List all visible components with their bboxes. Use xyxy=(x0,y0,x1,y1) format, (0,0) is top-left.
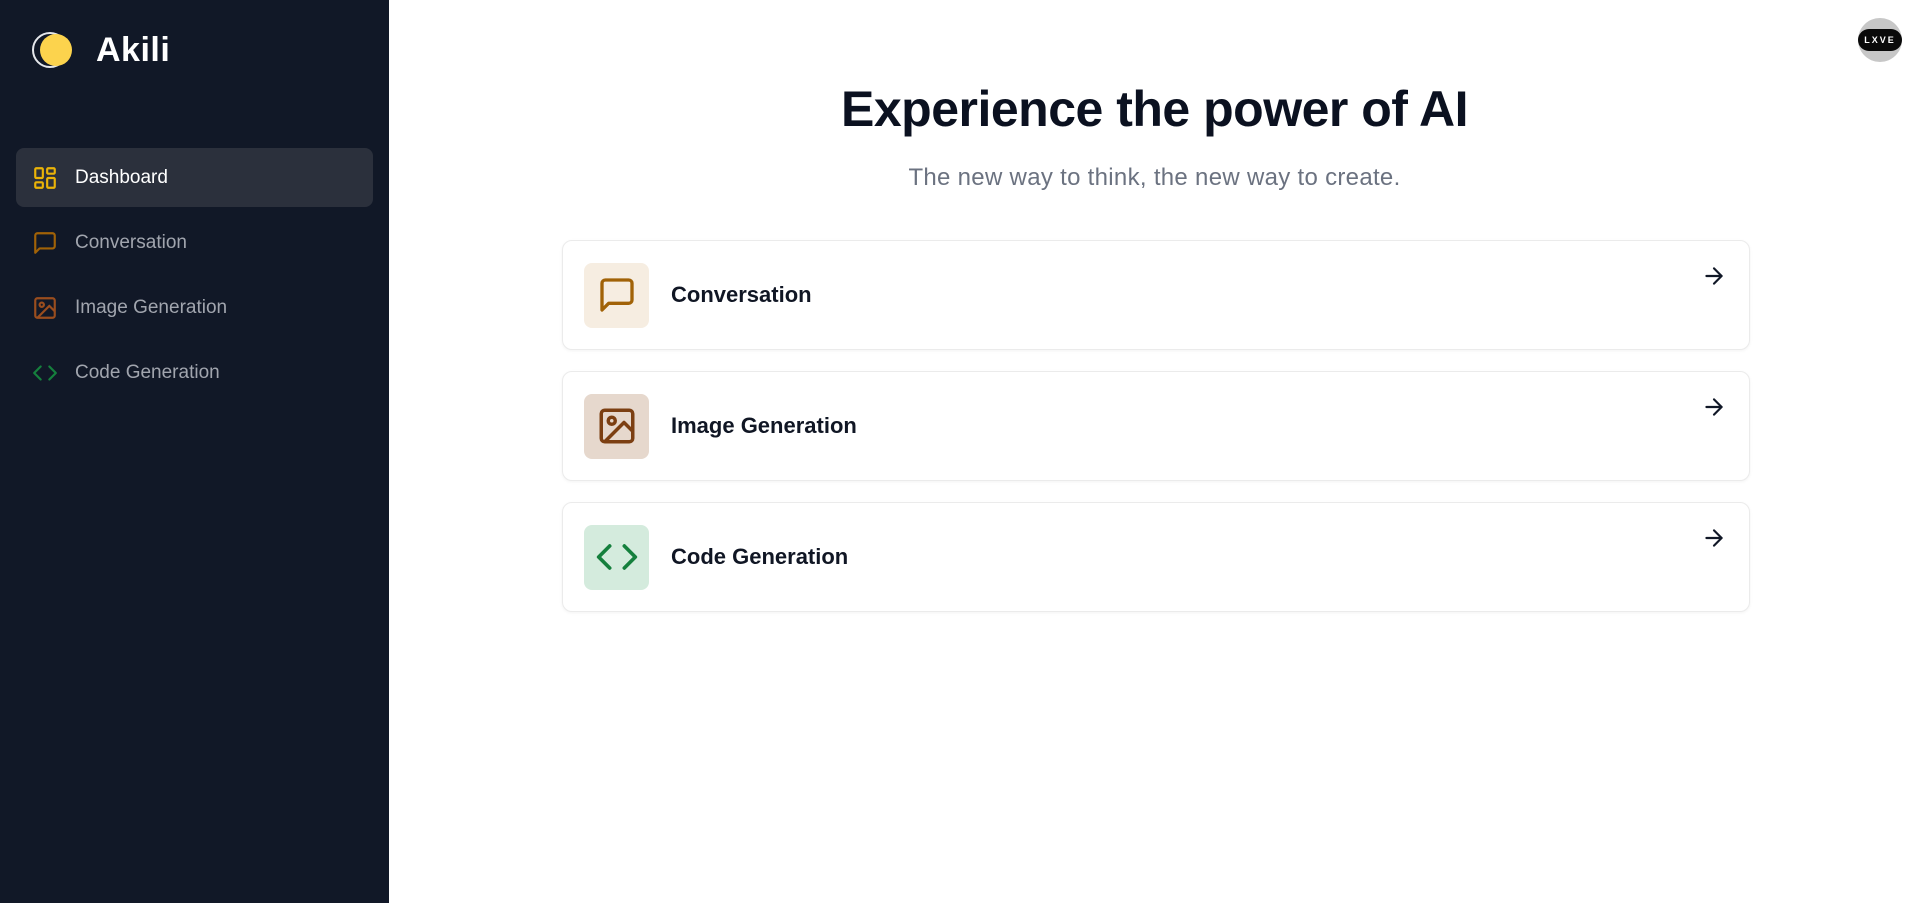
sidebar-item-dashboard[interactable]: Dashboard xyxy=(16,148,373,207)
page-title: Experience the power of AI xyxy=(841,81,1468,137)
image-icon xyxy=(584,393,649,459)
card-label: Code Generation xyxy=(671,544,849,569)
hero: Experience the power of AI The new way t… xyxy=(389,80,1920,192)
sidebar-item-conversation[interactable]: Conversation xyxy=(16,213,373,272)
sidebar-item-code-generation[interactable]: Code Generation xyxy=(16,343,373,402)
card-image-generation[interactable]: Image Generation xyxy=(562,371,1750,481)
card-code-generation[interactable]: Code Generation xyxy=(562,502,1750,612)
arrow-right-icon xyxy=(1701,394,1727,420)
brand-name: Akili xyxy=(96,30,171,69)
image-icon xyxy=(32,295,58,321)
user-avatar[interactable]: LXVE xyxy=(1858,18,1902,62)
brand[interactable]: Akili xyxy=(32,30,170,70)
avatar-text: LXVE xyxy=(1858,29,1902,51)
card-label: Conversation xyxy=(671,282,812,307)
tool-cards: Conversation Image Generation Code Gener… xyxy=(562,240,1750,633)
sidebar-item-label: Code Generation xyxy=(75,361,220,383)
sidebar-item-label: Image Generation xyxy=(75,296,228,318)
code-icon xyxy=(32,360,58,386)
card-label: Image Generation xyxy=(671,413,857,438)
message-square-icon xyxy=(584,262,649,328)
page-subtitle: The new way to think, the new way to cre… xyxy=(908,164,1401,191)
sidebar-nav: Dashboard Conversation Image Generation … xyxy=(16,148,373,408)
card-conversation[interactable]: Conversation xyxy=(562,240,1750,350)
sidebar-item-label: Conversation xyxy=(75,231,187,253)
code-icon xyxy=(584,524,649,590)
dashboard-icon xyxy=(32,165,58,191)
sidebar-item-label: Dashboard xyxy=(75,166,168,188)
arrow-right-icon xyxy=(1701,525,1727,551)
sidebar-item-image-generation[interactable]: Image Generation xyxy=(16,278,373,337)
sidebar: Akili Dashboard Conversation Image Gener… xyxy=(0,0,389,903)
arrow-right-icon xyxy=(1701,263,1727,289)
main-content: LXVE Experience the power of AI The new … xyxy=(389,0,1920,903)
logo-icon xyxy=(32,30,76,70)
message-square-icon xyxy=(32,230,58,256)
